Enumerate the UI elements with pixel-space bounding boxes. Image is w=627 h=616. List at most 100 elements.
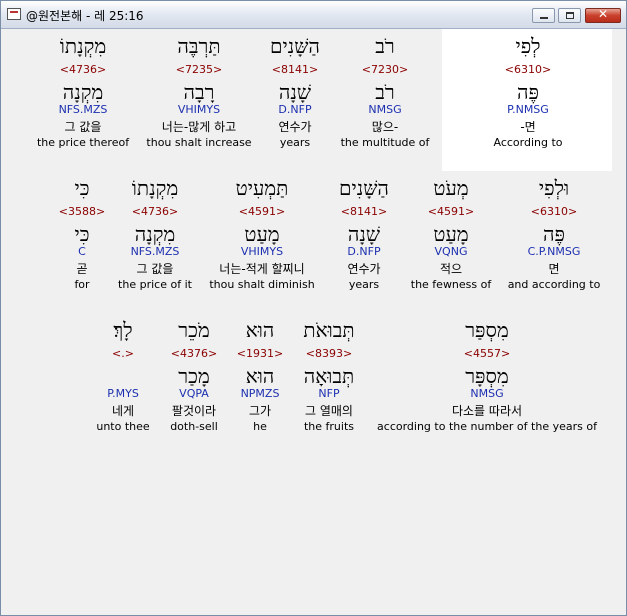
word-hashanim[interactable]: הַשָּׁנִים <8141> שָׁנָה D.NFP 연수가 years [255,35,335,150]
app-window: @원전본해 - 레 25:16 ✕ לְפִי <6310> פֶּה P.NM… [0,0,627,616]
korean-gloss: 면 [548,262,560,276]
word-tarbeh[interactable]: תַּרְבֶּה <7235> רָבָה VHIMYS 너는-많게 하고 t… [139,35,259,150]
hebrew-word: רֹב [375,34,395,58]
strong-number[interactable]: <4591> [405,205,497,219]
morphology-code[interactable]: C [57,245,107,259]
word-tamit[interactable]: תַּמְעִיט <4591> מָעַט VHIMYS 너는-적게 할찌니 … [201,177,323,292]
morphology-code[interactable]: P.NMSG [443,103,613,117]
strong-number[interactable]: <1931> [229,347,291,361]
word-tevuot[interactable]: תְּבוּאֹת <8393> תְּבוּאָה NFP 그 열매의 the… [289,319,369,434]
word-hu[interactable]: הוּא <1931> הוּא NPMZS 그가 he [229,319,291,434]
strong-number[interactable]: <6310> [501,205,607,219]
english-gloss: the fewness of [410,278,492,291]
hebrew-word: מִקְנָתוֹ [131,176,179,200]
strong-number[interactable]: <4376> [159,347,229,361]
strong-number[interactable]: <4591> [201,205,323,219]
word-miqnato[interactable]: מִקְנָתוֹ <4736> מִקְנָה NFS.MZS 그 값을 th… [31,35,135,150]
morphology-code[interactable]: VQPA [159,387,229,401]
strong-number[interactable]: <6310> [443,63,613,77]
strong-number[interactable]: <3588> [57,205,107,219]
morphology-code[interactable]: NFS.MZS [111,245,199,259]
word-hashanim-2[interactable]: הַשָּׁנִים <8141> שָׁנָה D.NFP 연수가 years [325,177,403,292]
english-gloss: the multitude of [340,136,430,149]
lexical-form [91,365,155,387]
window-title: @원전본해 - 레 25:16 [26,9,144,23]
word-ulfi[interactable]: וּלְפִי <6310> פֶּה C.P.NMSG 면 and accor… [501,177,607,292]
english-gloss: the price of it [118,278,192,291]
strong-number[interactable]: <7235> [139,63,259,77]
korean-gloss: 그가 [248,404,272,418]
hebrew-word: תַּרְבֶּה [177,34,221,58]
lexical-form: תְּבוּאָה [303,364,355,388]
lexical-form: מִקְנָה [134,222,176,246]
morphology-code[interactable]: VQNG [405,245,497,259]
hebrew-word: לָךְ׃ [113,318,133,342]
word-lfi[interactable]: לְפִי <6310> פֶּה P.NMSG -면 According to [443,35,613,150]
lexical-form: מִסְפָּר [465,364,509,388]
korean-gloss: 연수가 [347,262,381,276]
hebrew-word: הַשָּׁנִים [270,34,320,58]
word-miqnato-2[interactable]: מִקְנָתוֹ <4736> מִקְנָה NFS.MZS 그 값을 th… [111,177,199,292]
word-meot[interactable]: מְעֹט <4591> מָעַט VQNG 적으 the fewness o… [405,177,497,292]
hebrew-word: מְעֹט [433,176,469,200]
interlinear-panel: לְפִי <6310> פֶּה P.NMSG -면 According to… [5,29,614,603]
korean-gloss: 팔것이라 [171,404,217,418]
strong-number[interactable]: <8141> [325,205,403,219]
morphology-code[interactable]: VHIMYS [201,245,323,259]
strong-number[interactable]: <4557> [371,347,603,361]
english-gloss: According to [493,136,563,149]
morphology-code[interactable]: P.MYS [91,387,155,401]
word-mokher[interactable]: מֹכֵר <4376> מָכַר VQPA 팔것이라 doth-sell [159,319,229,434]
morphology-code[interactable]: NMSG [371,387,603,401]
word-lakh[interactable]: לָךְ׃ <.> P.MYS 네게 unto thee [91,319,155,434]
lexical-form: רֹב [375,80,395,104]
close-button[interactable]: ✕ [585,7,621,23]
korean-gloss: 그 값을 [136,262,174,276]
lexical-form: רָבָה [183,80,215,104]
english-gloss: the price thereof [36,136,130,149]
korean-gloss: -면 [520,120,536,134]
morphology-code[interactable]: NFP [289,387,369,401]
word-mispar[interactable]: מִסְפַּר <4557> מִסְפָּר NMSG 다소를 따라서 ac… [371,319,603,434]
hebrew-word: מֹכֵר [178,318,210,342]
english-gloss: according to the number of the years of [377,420,597,433]
close-icon: ✕ [597,7,609,21]
morphology-code[interactable]: NMSG [335,103,435,117]
word-ki[interactable]: כִּי <3588> כִּי C 곧 for [57,177,107,292]
english-gloss: for [74,278,90,291]
english-gloss: thou shalt increase [146,136,252,149]
hebrew-word: לְפִי [515,34,541,58]
korean-gloss: 곧 [76,262,88,276]
morphology-code[interactable]: D.NFP [255,103,335,117]
strong-number[interactable]: <8141> [255,63,335,77]
korean-gloss: 너는-적게 할찌니 [219,262,305,276]
korean-gloss: 연수가 [278,120,312,134]
english-gloss: and according to [507,278,601,291]
english-gloss: he [253,420,267,433]
title-bar[interactable]: @원전본해 - 레 25:16 ✕ [1,1,626,29]
morphology-code[interactable]: D.NFP [325,245,403,259]
hebrew-word: וּלְפִי [538,176,570,200]
lexical-form: הוּא [245,364,275,388]
english-gloss: years [348,278,380,291]
korean-gloss: 다소를 따라서 [451,404,523,418]
minimize-button[interactable] [532,8,555,23]
morphology-code[interactable]: NPMZS [229,387,291,401]
english-gloss: doth-sell [170,420,218,433]
lexical-form: פֶּה [517,80,539,104]
word-rov[interactable]: רֹב <7230> רֹב NMSG 많으- the multitude of [335,35,435,150]
morphology-code[interactable]: VHIMYS [139,103,259,117]
vertical-scrollbar[interactable] [612,29,626,607]
strong-number[interactable]: <8393> [289,347,369,361]
strong-number[interactable]: <7230> [335,63,435,77]
korean-gloss: 그 열매의 [305,404,353,418]
morphology-code[interactable]: NFS.MZS [31,103,135,117]
strong-number[interactable]: <4736> [31,63,135,77]
strong-number[interactable]: <4736> [111,205,199,219]
english-gloss: the fruits [303,420,354,433]
app-icon[interactable] [7,8,21,20]
morphology-code[interactable]: C.P.NMSG [501,245,607,259]
maximize-button[interactable] [558,8,581,23]
strong-number[interactable]: <.> [91,347,155,361]
english-gloss: years [279,136,311,149]
